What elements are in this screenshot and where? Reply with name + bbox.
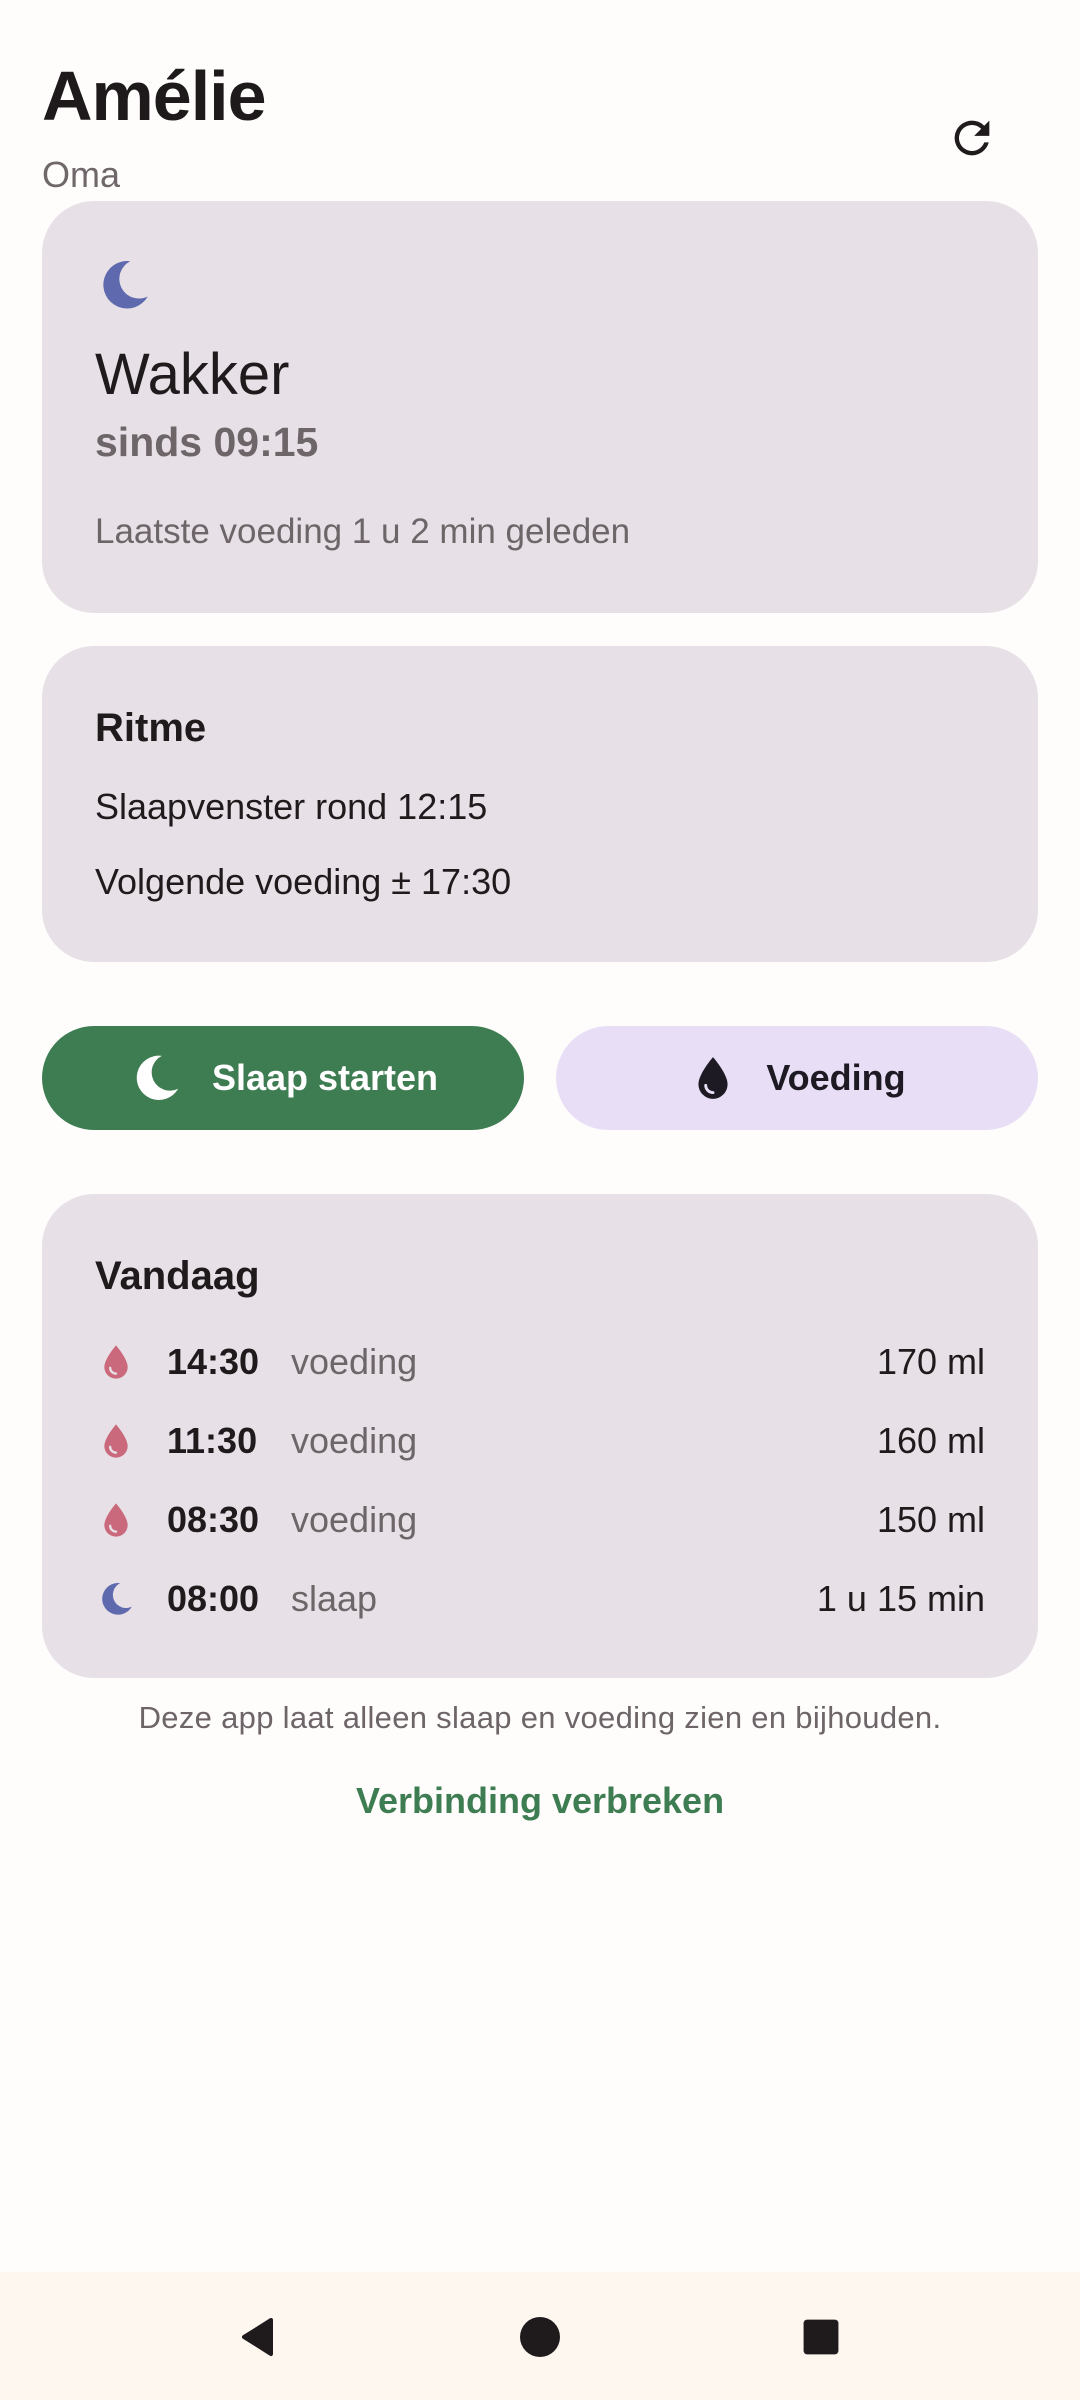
drop-icon [95, 1499, 137, 1541]
entry-time: 08:00 [167, 1578, 260, 1619]
drop-icon [698, 1057, 728, 1099]
child-name: Amélie [42, 57, 267, 135]
entry-time: 14:30 [167, 1341, 260, 1382]
entry-amount: 150 ml [876, 1499, 985, 1540]
list-item[interactable]: 11:30 voeding 160 ml [95, 1411, 985, 1471]
entry-time: 08:30 [167, 1499, 260, 1540]
home-button[interactable] [505, 2302, 575, 2372]
list-item[interactable]: 08:30 voeding 150 ml [95, 1490, 985, 1550]
status-card: Wakker sinds 09:15 Laatste voeding 1 u 2… [42, 201, 1038, 613]
today-card: Vandaag 14:30 voeding 170 ml 11:30 voedi… [42, 1194, 1038, 1678]
disclaimer-text: Deze app laat alleen slaap en voeding zi… [138, 1700, 942, 1735]
back-icon [242, 2318, 273, 2356]
last-feeding-text: Laatste voeding 1 u 2 min geleden [95, 512, 631, 551]
moon-icon [95, 1578, 137, 1620]
entry-type: voeding [291, 1420, 418, 1461]
moon-icon [136, 1055, 179, 1100]
disconnect-button[interactable]: Verbinding verbreken [0, 1780, 1080, 1822]
caregiver-role: Oma [42, 154, 121, 195]
drop-icon [95, 1420, 137, 1462]
system-nav-bar [0, 2272, 1080, 2400]
feeding-button[interactable]: Voeding [556, 1026, 1038, 1130]
home-icon [520, 2317, 560, 2357]
back-button[interactable] [224, 2302, 294, 2372]
header: Amélie Oma [42, 56, 1038, 196]
entry-time: 11:30 [167, 1420, 258, 1461]
status-state: Wakker [95, 342, 290, 407]
start-sleep-button[interactable]: Slaap starten [42, 1026, 524, 1130]
list-item[interactable]: 14:30 voeding 170 ml [95, 1332, 985, 1392]
status-since: sinds 09:15 [95, 419, 319, 465]
entry-amount: 160 ml [876, 1420, 985, 1461]
entry-amount: 170 ml [876, 1341, 985, 1382]
moon-icon [103, 261, 148, 309]
feeding-label: Voeding [766, 1057, 906, 1098]
entry-type: slaap [291, 1578, 378, 1619]
drop-icon [95, 1341, 137, 1383]
refresh-icon [954, 120, 990, 156]
start-sleep-label: Slaap starten [211, 1057, 439, 1098]
app-screen: Amélie Oma Wakker sinds 09:15 Laatste vo… [0, 0, 1080, 2400]
entry-amount: 1 u 15 min [816, 1578, 985, 1619]
entry-type: voeding [291, 1341, 418, 1382]
sleep-window-text: Slaapvenster rond 12:15 [95, 786, 488, 827]
rhythm-card: Ritme Slaapvenster rond 12:15 Volgende v… [42, 646, 1038, 962]
refresh-button[interactable] [932, 98, 1012, 178]
rhythm-title: Ritme [95, 706, 207, 750]
next-feeding-text: Volgende voeding ± 17:30 [95, 861, 512, 902]
today-title: Vandaag [95, 1254, 260, 1298]
entry-type: voeding [291, 1499, 418, 1540]
recents-button[interactable] [786, 2302, 856, 2372]
list-item[interactable]: 08:00 slaap 1 u 15 min [95, 1569, 985, 1629]
recents-icon [803, 2319, 839, 2355]
